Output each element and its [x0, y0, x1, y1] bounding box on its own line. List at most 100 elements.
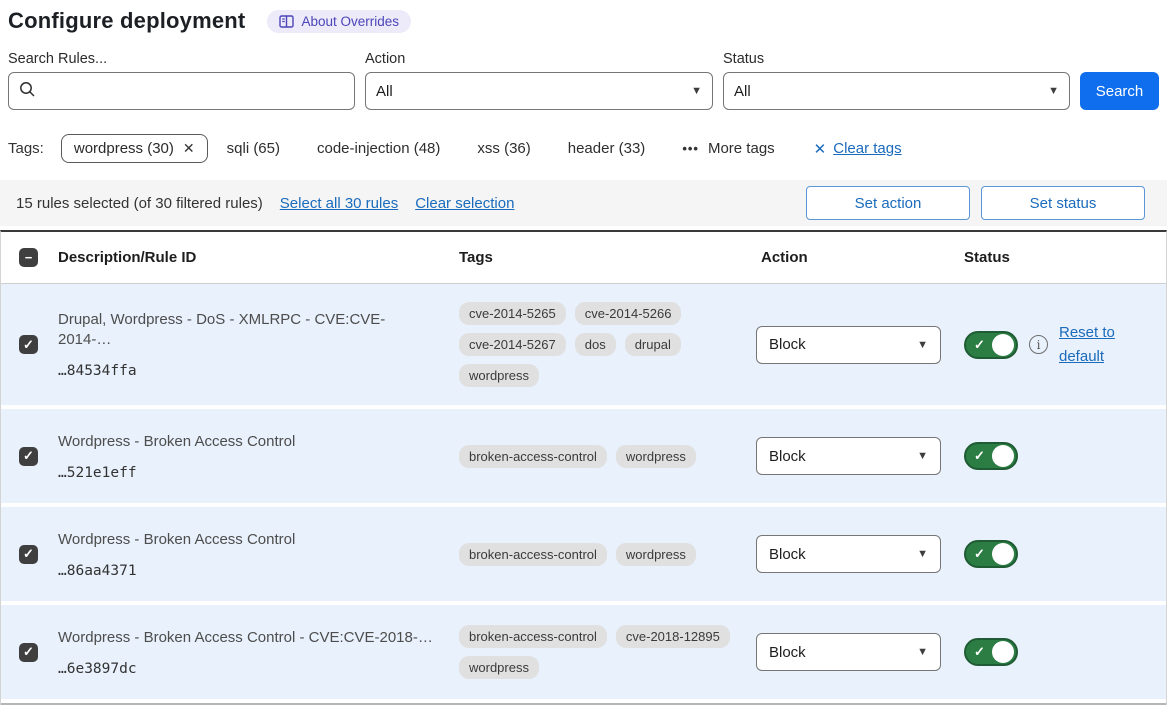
about-overrides-badge[interactable]: About Overrides [267, 10, 411, 33]
clear-tags-link[interactable]: Clear tags [833, 140, 901, 157]
ellipsis-icon: ••• [682, 141, 699, 156]
search-button[interactable]: Search [1080, 72, 1159, 110]
tag-pill: cve-2014-5265 [459, 302, 566, 325]
search-input-wrapper [8, 72, 355, 110]
action-filter-select[interactable]: All ▼ [365, 72, 713, 110]
row-description-cell: Wordpress - Broken Access Control …521e1… [50, 432, 451, 481]
filters-row: Search Rules... Action All ▼ Status All … [0, 51, 1167, 110]
set-action-button[interactable]: Set action [806, 186, 970, 220]
about-overrides-label: About Overrides [301, 14, 399, 29]
chevron-down-icon: ▼ [917, 646, 928, 658]
table-header-row: − Description/Rule ID Tags Action Status [1, 232, 1166, 284]
row-checkbox[interactable]: ✓ [19, 545, 38, 564]
status-filter-label: Status [723, 51, 1070, 67]
tags-bar: Tags: wordpress (30) ✕ sqli (65) code-inj… [0, 134, 1167, 163]
row-status-cell: ✓ [956, 638, 1166, 666]
table-row: ✓ Wordpress - Broken Access Control - CV… [1, 605, 1166, 699]
action-select[interactable]: Block ▼ [756, 535, 941, 573]
row-description: Wordpress - Broken Access Control [58, 432, 437, 452]
status-filter-value: All [734, 83, 751, 100]
selected-tag-chip[interactable]: wordpress (30) ✕ [61, 134, 208, 163]
status-toggle[interactable]: ✓ [964, 638, 1018, 666]
toggle-knob [992, 445, 1014, 467]
table-bottom-border [1, 703, 1166, 705]
row-checkbox-cell: ✓ [1, 335, 50, 354]
row-action-cell: Block ▼ [748, 326, 956, 364]
row-description: Drupal, Wordpress - DoS - XMLRPC - CVE:C… [58, 310, 437, 350]
toggle-knob [992, 543, 1014, 565]
tag-pill: broken-access-control [459, 625, 607, 648]
table-row: ✓ Drupal, Wordpress - DoS - XMLRPC - CVE… [1, 284, 1166, 405]
select-all-link[interactable]: Select all 30 rules [280, 195, 398, 212]
more-tags-button[interactable]: ••• More tags [682, 140, 774, 157]
row-checkbox[interactable]: ✓ [19, 447, 38, 466]
set-status-button[interactable]: Set status [981, 186, 1145, 220]
column-header-description: Description/Rule ID [50, 249, 451, 266]
clear-selection-link[interactable]: Clear selection [415, 195, 514, 212]
tag-filter[interactable]: code-injection (48) [317, 140, 440, 157]
tags-label: Tags: [8, 140, 44, 157]
book-icon [279, 15, 294, 28]
tag-pill: cve-2014-5267 [459, 333, 566, 356]
select-all-checkbox[interactable]: − [19, 248, 38, 267]
row-rule-id: …86aa4371 [58, 563, 437, 579]
row-checkbox[interactable]: ✓ [19, 643, 38, 662]
info-icon[interactable]: i [1029, 335, 1048, 354]
tag-pill: wordpress [616, 445, 696, 468]
chevron-down-icon: ▼ [1048, 85, 1059, 97]
toggle-knob [992, 641, 1014, 663]
table-row: ✓ Wordpress - Broken Access Control …521… [1, 409, 1166, 503]
row-checkbox[interactable]: ✓ [19, 335, 38, 354]
titlebar: Configure deployment About Overrides [0, 8, 1167, 34]
column-header-action: Action [748, 249, 956, 266]
remove-tag-icon[interactable]: ✕ [183, 140, 195, 157]
tag-filter[interactable]: sqli (65) [227, 140, 280, 157]
action-filter-field: Action All ▼ [365, 51, 713, 110]
status-filter-field: Status All ▼ [723, 51, 1070, 110]
chevron-down-icon: ▼ [691, 85, 702, 97]
action-filter-label: Action [365, 51, 713, 67]
status-toggle[interactable]: ✓ [964, 540, 1018, 568]
row-tags: broken-access-controlwordpress [451, 445, 748, 468]
row-status-cell: ✓ i Reset to default [956, 321, 1166, 369]
clear-tags-button[interactable]: ✕ Clear tags [814, 140, 902, 158]
more-tags-label: More tags [708, 140, 775, 157]
action-select-value: Block [769, 644, 806, 661]
reset-to-default-link[interactable]: Reset to default [1059, 321, 1125, 369]
tag-pill: cve-2018-12895 [616, 625, 730, 648]
check-icon: ✓ [974, 644, 985, 660]
search-label: Search Rules... [8, 51, 355, 67]
row-description-cell: Drupal, Wordpress - DoS - XMLRPC - CVE:C… [50, 310, 451, 379]
table-body: ✓ Drupal, Wordpress - DoS - XMLRPC - CVE… [1, 284, 1166, 699]
row-status-cell: ✓ [956, 442, 1166, 470]
status-toggle[interactable]: ✓ [964, 442, 1018, 470]
column-header-tags: Tags [451, 249, 748, 266]
status-toggle[interactable]: ✓ [964, 331, 1018, 359]
tag-pill: drupal [625, 333, 681, 356]
chevron-down-icon: ▼ [917, 450, 928, 462]
rules-table: − Description/Rule ID Tags Action Status… [0, 230, 1167, 705]
row-rule-id: …84534ffa [58, 363, 437, 379]
row-action-cell: Block ▼ [748, 437, 956, 475]
row-rule-id: …521e1eff [58, 465, 437, 481]
status-filter-select[interactable]: All ▼ [723, 72, 1070, 110]
action-select[interactable]: Block ▼ [756, 326, 941, 364]
row-tags: cve-2014-5265cve-2014-5266cve-2014-5267d… [451, 302, 748, 387]
tag-list: sqli (65) code-injection (48) xss (36) head… [227, 140, 646, 157]
tag-pill: dos [575, 333, 616, 356]
reset-area: i Reset to default [1029, 321, 1125, 369]
tag-filter[interactable]: xss (36) [477, 140, 530, 157]
row-description-cell: Wordpress - Broken Access Control - CVE:… [50, 628, 451, 677]
row-status-cell: ✓ [956, 540, 1166, 568]
search-input[interactable] [44, 83, 344, 100]
row-description: Wordpress - Broken Access Control - CVE:… [58, 628, 437, 648]
tag-pill: wordpress [616, 543, 696, 566]
search-field: Search Rules... [8, 51, 355, 110]
action-select[interactable]: Block ▼ [756, 437, 941, 475]
action-select-value: Block [769, 546, 806, 563]
action-select[interactable]: Block ▼ [756, 633, 941, 671]
search-icon [19, 81, 36, 102]
page-title: Configure deployment [8, 8, 245, 34]
row-action-cell: Block ▼ [748, 633, 956, 671]
tag-filter[interactable]: header (33) [568, 140, 646, 157]
